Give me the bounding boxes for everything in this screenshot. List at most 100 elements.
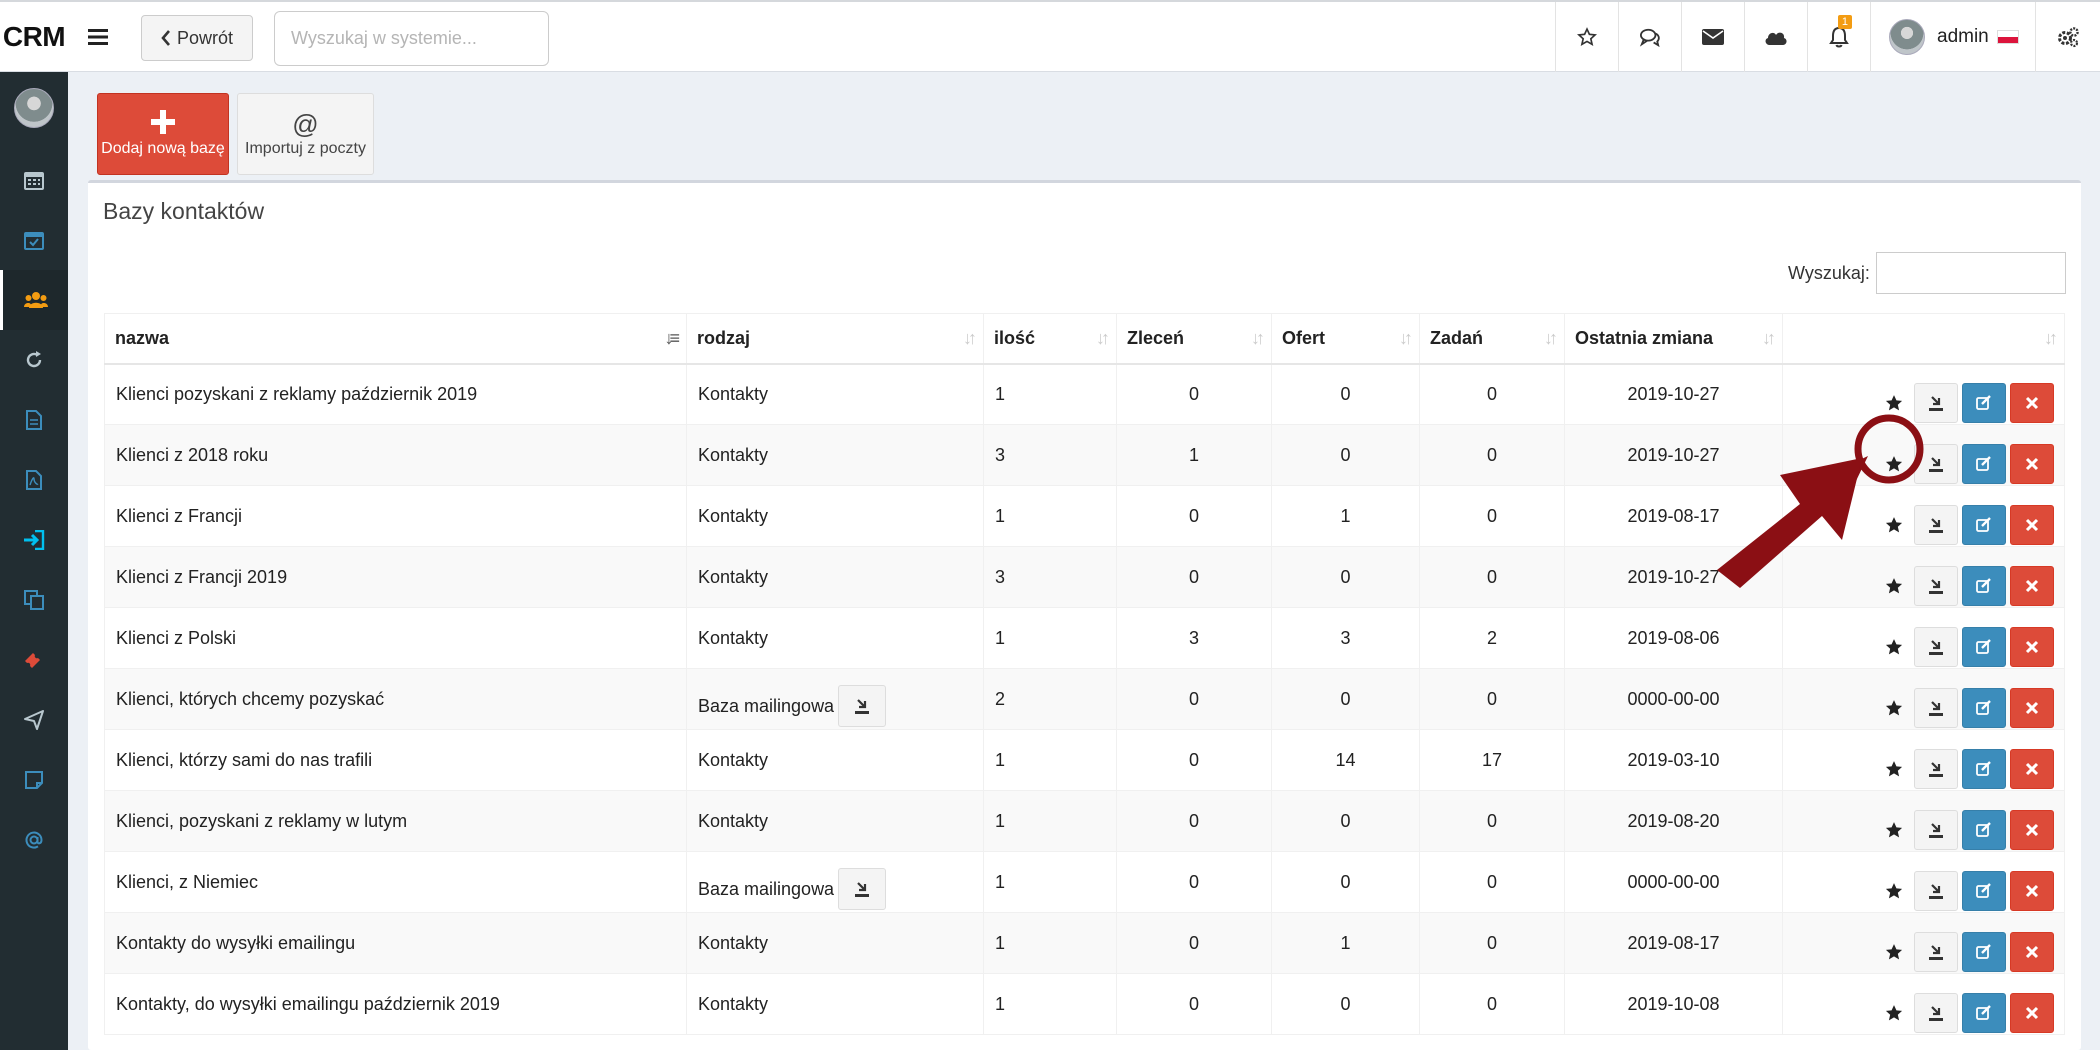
favorite-button[interactable]	[1878, 932, 1910, 972]
notifications-nav-button[interactable]: 1	[1807, 2, 1869, 72]
settings-nav-button[interactable]	[2035, 2, 2100, 72]
favorite-button[interactable]	[1878, 444, 1910, 484]
table-row[interactable]: Klienci z 2018 roku Kontakty 3 1 0 0 2019-10-2…	[104, 424, 2065, 486]
cell-orders: 1	[1116, 424, 1272, 486]
export-button[interactable]	[1914, 749, 1958, 789]
sidebar-item-email[interactable]	[0, 810, 68, 870]
column-header-type[interactable]: rodzaj ↓↑	[686, 313, 984, 365]
export-button[interactable]	[1914, 688, 1958, 728]
delete-button[interactable]	[2010, 505, 2054, 545]
favorite-button[interactable]	[1878, 505, 1910, 545]
sidebar-item-import[interactable]	[0, 510, 68, 570]
table-row[interactable]: Klienci z Francji 2019 Kontakty 3 0 0 0 2019-1…	[104, 546, 2065, 608]
mail-nav-button[interactable]	[1681, 2, 1743, 72]
favorite-button[interactable]	[1878, 566, 1910, 606]
sidebar-item-documents[interactable]	[0, 390, 68, 450]
mailing-export-button[interactable]	[838, 868, 887, 910]
favorite-button[interactable]	[1878, 627, 1910, 667]
delete-button[interactable]	[2010, 627, 2054, 667]
export-button[interactable]	[1914, 627, 1958, 667]
hamburger-icon	[88, 29, 108, 45]
calendar-check-icon	[24, 232, 44, 250]
chat-nav-button[interactable]	[1618, 2, 1680, 72]
sidebar-item-pdf[interactable]	[0, 450, 68, 510]
export-icon	[1929, 579, 1943, 594]
table-row[interactable]: Klienci, którzy sami do nas trafili Konta…	[104, 729, 2065, 791]
edit-button[interactable]	[1962, 932, 2006, 972]
table-row[interactable]: Kontakty do wysyłki emailingu Kontakty 1 0 1…	[104, 912, 2065, 974]
delete-button[interactable]	[2010, 383, 2054, 424]
import-from-mail-button[interactable]: @ Importuj z poczty	[237, 93, 374, 175]
edit-button[interactable]	[1962, 627, 2006, 667]
table-row[interactable]: Klienci, pozyskani z reklamy w lutym Kont…	[104, 790, 2065, 852]
cloud-nav-button[interactable]	[1744, 2, 1806, 72]
table-row[interactable]: Klienci pozyskani z reklamy październik …	[104, 363, 2065, 425]
brand-logo[interactable]: CRM	[0, 2, 68, 72]
table-row[interactable]: Klienci, których chcemy pozyskać Baza mai…	[104, 668, 2065, 730]
edit-button[interactable]	[1962, 444, 2006, 484]
sidebar-item-tasks[interactable]	[0, 210, 68, 270]
favorite-button[interactable]	[1878, 871, 1910, 911]
column-header-name[interactable]: nazwa ↓≡	[104, 313, 687, 365]
delete-button[interactable]	[2010, 444, 2054, 484]
edit-button[interactable]	[1962, 749, 2006, 789]
column-header-actions[interactable]: ↓↑	[1782, 313, 2065, 365]
back-button[interactable]: Powrót	[141, 15, 253, 61]
column-header-quantity[interactable]: ilość ↓↑	[983, 313, 1117, 365]
edit-button[interactable]	[1962, 871, 2006, 911]
favorite-button[interactable]	[1878, 383, 1910, 423]
favorite-button[interactable]	[1878, 993, 1910, 1033]
column-header-last-change[interactable]: Ostatnia zmiana ↓↑	[1564, 313, 1783, 365]
mailing-export-button[interactable]	[838, 685, 887, 727]
favorite-button[interactable]	[1878, 749, 1910, 789]
export-button[interactable]	[1914, 444, 1958, 484]
quantity-value: 1	[995, 505, 1006, 526]
cell-tasks: 0	[1419, 973, 1565, 1035]
user-menu[interactable]: admin	[1870, 2, 2035, 72]
column-header-tasks[interactable]: Zadań ↓↑	[1419, 313, 1565, 365]
edit-button[interactable]	[1962, 993, 2006, 1033]
table-search-input[interactable]	[1876, 252, 2066, 294]
delete-button[interactable]	[2010, 688, 2054, 728]
delete-button[interactable]	[2010, 810, 2054, 850]
edit-button[interactable]	[1962, 566, 2006, 606]
global-search-input[interactable]	[274, 11, 549, 66]
export-button[interactable]	[1914, 993, 1958, 1033]
export-button[interactable]	[1914, 566, 1958, 606]
export-button[interactable]	[1914, 932, 1958, 972]
sidebar-item-send[interactable]	[0, 690, 68, 750]
delete-button[interactable]	[2010, 566, 2054, 606]
sidebar-item-notes[interactable]	[0, 750, 68, 810]
add-database-button[interactable]: Dodaj nową bazę	[97, 93, 229, 175]
menu-toggle-button[interactable]	[68, 2, 128, 72]
table-row[interactable]: Klienci, z Niemiec Baza mailingowa 1 0 0 0 000…	[104, 851, 2065, 913]
table-row[interactable]: Klienci z Francji Kontakty 1 0 1 0 2019-08-17	[104, 485, 2065, 547]
sidebar-item-copies[interactable]	[0, 570, 68, 630]
table-row[interactable]: Kontakty, do wysyłki emailingu październ…	[104, 973, 2065, 1035]
column-header-offers[interactable]: Ofert ↓↑	[1271, 313, 1420, 365]
edit-button[interactable]	[1962, 810, 2006, 850]
edit-button[interactable]	[1962, 505, 2006, 545]
favorites-nav-button[interactable]	[1555, 2, 1617, 72]
export-button[interactable]	[1914, 871, 1958, 911]
delete-button[interactable]	[2010, 932, 2054, 972]
export-button[interactable]	[1914, 383, 1958, 424]
column-header-orders[interactable]: Zleceń ↓↑	[1116, 313, 1272, 365]
gears-icon	[2058, 27, 2079, 48]
sidebar-item-sync[interactable]	[0, 330, 68, 390]
edit-button[interactable]	[1962, 688, 2006, 728]
table-row[interactable]: Klienci z Polski Kontakty 1 3 3 2 2019-08-06	[104, 607, 2065, 669]
sidebar-item-tickets[interactable]	[0, 630, 68, 690]
database-type: Kontakty	[698, 566, 769, 587]
favorite-button[interactable]	[1878, 688, 1910, 728]
export-button[interactable]	[1914, 505, 1958, 545]
sidebar-user-avatar[interactable]	[0, 78, 68, 138]
edit-button[interactable]	[1962, 383, 2006, 424]
sidebar-item-calendar[interactable]	[0, 150, 68, 210]
favorite-button[interactable]	[1878, 810, 1910, 850]
export-button[interactable]	[1914, 810, 1958, 850]
sidebar-item-contacts[interactable]	[0, 270, 68, 330]
delete-button[interactable]	[2010, 749, 2054, 789]
delete-button[interactable]	[2010, 871, 2054, 911]
delete-button[interactable]	[2010, 993, 2054, 1033]
